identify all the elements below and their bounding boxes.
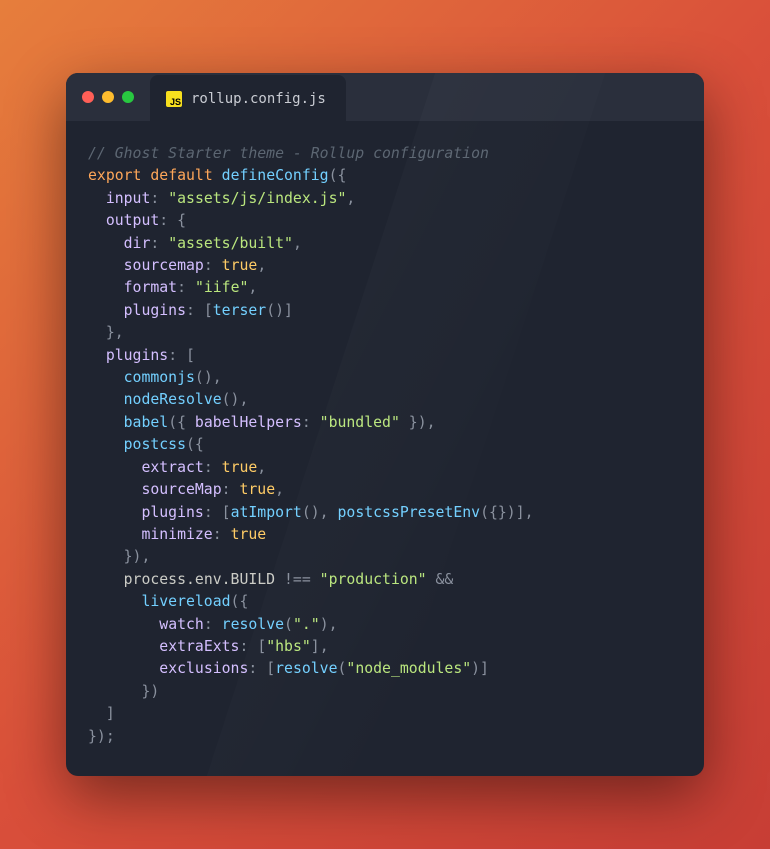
- v-bundled: "bundled": [320, 414, 400, 431]
- p-extraExts: extraExts: [159, 638, 239, 655]
- fn-postcssPresetEnv: postcssPresetEnv: [338, 504, 481, 521]
- p-babelHelpers: babelHelpers: [195, 414, 302, 431]
- fn-defineConfig: defineConfig: [222, 167, 329, 184]
- p-output: output: [106, 212, 159, 229]
- js-file-icon: JS: [166, 91, 182, 107]
- p-input: input: [106, 190, 151, 207]
- fn-commonjs: commonjs: [124, 369, 195, 386]
- v-format: "iife": [195, 279, 248, 296]
- tab-filename: rollup.config.js: [191, 91, 326, 107]
- code-area: // Ghost Starter theme - Rollup configur…: [66, 121, 704, 776]
- file-tab[interactable]: JS rollup.config.js: [150, 75, 346, 123]
- fn-postcss: postcss: [124, 436, 186, 453]
- traffic-lights: [82, 91, 134, 103]
- v-true-1: true: [222, 257, 258, 274]
- p-minimize: minimize: [141, 526, 212, 543]
- fn-resolve-2: resolve: [275, 660, 337, 677]
- v-production: "production": [320, 571, 427, 588]
- op-and: &&: [436, 571, 454, 588]
- fn-livereload: livereload: [141, 593, 230, 610]
- kw-default: default: [150, 167, 212, 184]
- p-watch: watch: [159, 616, 204, 633]
- maximize-icon[interactable]: [122, 91, 134, 103]
- p-format: format: [124, 279, 177, 296]
- p-sourcemap: sourcemap: [124, 257, 204, 274]
- kw-export: export: [88, 167, 141, 184]
- fn-resolve-1: resolve: [222, 616, 284, 633]
- p-exclusions: exclusions: [159, 660, 248, 677]
- p-plugins-3: plugins: [141, 504, 203, 521]
- op-neq: !==: [284, 571, 311, 588]
- v-dot: ".": [293, 616, 320, 633]
- v-true-4: true: [231, 526, 267, 543]
- v-dir: "assets/built": [168, 235, 293, 252]
- p-extract: extract: [141, 459, 203, 476]
- fn-atImport: atImport: [231, 504, 302, 521]
- fn-nodeResolve: nodeResolve: [124, 391, 222, 408]
- v-input: "assets/js/index.js": [168, 190, 346, 207]
- fn-terser: terser: [213, 302, 266, 319]
- titlebar: JS rollup.config.js: [66, 73, 704, 121]
- fn-babel: babel: [124, 414, 169, 431]
- p-sourceMap: sourceMap: [141, 481, 221, 498]
- code-comment: // Ghost Starter theme - Rollup configur…: [88, 145, 489, 162]
- minimize-icon[interactable]: [102, 91, 114, 103]
- v-hbs: "hbs": [266, 638, 311, 655]
- close-icon[interactable]: [82, 91, 94, 103]
- expr-process: process.env.BUILD: [124, 571, 275, 588]
- v-true-3: true: [239, 481, 275, 498]
- editor-window: JS rollup.config.js // Ghost Starter the…: [66, 73, 704, 776]
- v-nodeModules: "node_modules": [346, 660, 471, 677]
- p-plugins-2: plugins: [106, 347, 168, 364]
- p-dir: dir: [124, 235, 151, 252]
- p-plugins-1: plugins: [124, 302, 186, 319]
- v-true-2: true: [222, 459, 258, 476]
